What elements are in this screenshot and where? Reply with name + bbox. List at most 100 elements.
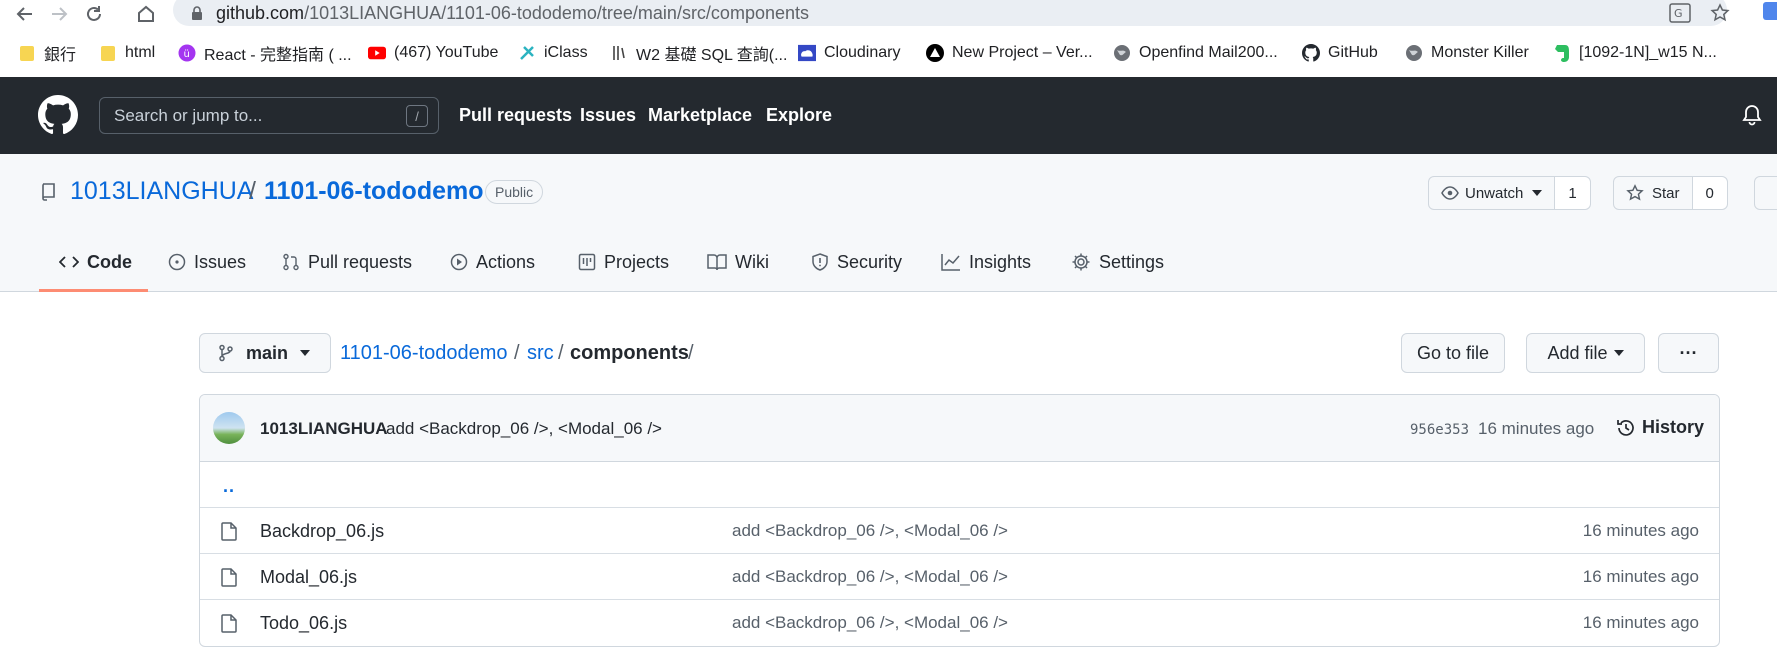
commit-sha[interactable]: 956e353 (1410, 422, 1469, 438)
tab-actions[interactable]: Actions (450, 250, 535, 274)
repo-path-separator: / (249, 177, 256, 205)
book-icon (707, 254, 727, 271)
file-commit-time: 16 minutes ago (1582, 613, 1699, 632)
bookmark-item[interactable]: New Project – Ver... (926, 41, 1093, 65)
add-file-button[interactable]: Add file (1526, 333, 1645, 373)
reload-icon[interactable] (82, 2, 106, 26)
chevron-down-icon (1613, 350, 1624, 356)
home-icon[interactable] (134, 2, 158, 26)
star-count[interactable]: 0 (1691, 177, 1727, 209)
bookmark-item[interactable]: [1092-1N]_w15 N... (1553, 41, 1717, 65)
tab-pull-requests[interactable]: Pull requests (282, 250, 412, 274)
history-button[interactable]: History (1616, 417, 1704, 438)
nav-explore[interactable]: Explore (766, 105, 832, 126)
active-tab-indicator (39, 289, 148, 292)
go-to-file-button[interactable]: Go to file (1401, 333, 1505, 373)
url-text[interactable]: github.com/1013LIANGHUA/1101-06-tododemo… (216, 2, 809, 24)
bookmark-star-icon[interactable] (1710, 3, 1730, 23)
eye-icon (1441, 186, 1459, 200)
github-logo-icon[interactable] (38, 95, 78, 135)
file-commit-message[interactable]: add <Backdrop_06 />, <Modal_06 /> (732, 521, 1008, 541)
breadcrumb-separator: / (558, 342, 564, 364)
avatar[interactable] (213, 412, 245, 444)
file-name[interactable]: Todo_06.js (260, 613, 347, 634)
folder-icon (18, 44, 36, 62)
breadcrumb-src[interactable]: src (527, 342, 554, 365)
tab-settings[interactable]: Settings (1071, 250, 1164, 274)
nav-marketplace[interactable]: Marketplace (648, 105, 752, 126)
branch-selector[interactable]: main (199, 333, 331, 373)
history-icon (1617, 419, 1634, 436)
repo-owner-link[interactable]: 1013LIANGHUA (70, 177, 253, 206)
bookmark-item[interactable]: W2 基礎 SQL 查詢(... (610, 41, 787, 65)
extension-icon[interactable] (1763, 2, 1777, 20)
translate-icon[interactable]: G (1669, 3, 1691, 23)
bookmark-item[interactable]: iClass (518, 41, 588, 65)
nav-pull-requests[interactable]: Pull requests (459, 105, 572, 126)
lock-icon[interactable] (191, 6, 203, 20)
latest-commit-bar: 1013LIANGHUA add <Backdrop_06 />, <Modal… (200, 395, 1719, 462)
bookmark-item[interactable]: Openfind Mail200... (1113, 41, 1278, 65)
tab-security[interactable]: Security (811, 250, 902, 274)
back-icon[interactable] (13, 2, 37, 26)
code-icon (59, 256, 79, 268)
parent-directory-link[interactable]: .. (223, 476, 235, 497)
tab-wiki[interactable]: Wiki (707, 250, 769, 274)
bookmark-item[interactable]: Monster Killer (1405, 41, 1529, 65)
udemy-icon: ü (178, 44, 196, 62)
breadcrumb-separator: / (514, 342, 520, 364)
file-commit-message[interactable]: add <Backdrop_06 />, <Modal_06 /> (732, 613, 1008, 633)
shield-icon (812, 253, 828, 271)
youtube-icon (368, 44, 386, 62)
commit-time: 16 minutes ago (1478, 419, 1595, 438)
svg-text:G: G (1674, 7, 1683, 20)
bookmark-item[interactable]: ü React - 完整指南 ( ... (178, 41, 352, 65)
bookmark-item[interactable]: (467) YouTube (368, 41, 498, 65)
gear-icon (1072, 253, 1090, 271)
file-icon (221, 568, 237, 587)
nav-issues[interactable]: Issues (580, 105, 636, 126)
bookmark-item[interactable]: 銀行 (18, 41, 76, 65)
tab-issues[interactable]: Issues (168, 250, 246, 274)
bookmark-item[interactable]: Cloudinary (798, 41, 900, 65)
unwatch-button[interactable]: Unwatch (1429, 177, 1554, 209)
breadcrumb-separator: / (688, 342, 694, 364)
w2-icon (610, 44, 628, 62)
file-name[interactable]: Backdrop_06.js (260, 521, 384, 542)
github-icon (1302, 44, 1320, 62)
watch-count[interactable]: 1 (1554, 177, 1590, 209)
star-icon (1626, 184, 1644, 201)
fork-button[interactable] (1754, 176, 1777, 210)
bell-icon[interactable] (1742, 104, 1762, 126)
site-header: Search or jump to... / Pull requests Iss… (0, 77, 1777, 154)
parent-directory-row[interactable]: .. (200, 462, 1719, 508)
project-icon (578, 253, 596, 271)
tab-code[interactable]: Code (59, 250, 132, 274)
table-row[interactable]: Todo_06.js add <Backdrop_06 />, <Modal_0… (200, 600, 1719, 646)
issue-icon (168, 253, 186, 271)
star-button[interactable]: Star (1614, 177, 1692, 209)
commit-message[interactable]: add <Backdrop_06 />, <Modal_06 /> (386, 419, 662, 439)
breadcrumb-root[interactable]: 1101-06-tododemo (340, 342, 508, 365)
file-commit-message[interactable]: add <Backdrop_06 />, <Modal_06 /> (732, 567, 1008, 587)
commit-author[interactable]: 1013LIANGHUA (260, 419, 388, 439)
bookmark-item[interactable]: GitHub (1302, 41, 1378, 65)
repo-name-link[interactable]: 1101-06-tododemo (264, 177, 484, 206)
evernote-icon (1553, 44, 1571, 62)
table-row[interactable]: Backdrop_06.js add <Backdrop_06 />, <Mod… (200, 508, 1719, 554)
tab-insights[interactable]: Insights (941, 250, 1031, 274)
graph-icon (941, 254, 960, 271)
chevron-down-icon (300, 350, 311, 356)
bookmark-item[interactable]: html (99, 41, 155, 65)
globe-icon (1113, 44, 1131, 62)
visibility-badge: Public (485, 180, 544, 204)
table-row[interactable]: Modal_06.js add <Backdrop_06 />, <Modal_… (200, 554, 1719, 600)
search-input[interactable]: Search or jump to... / (99, 97, 439, 134)
file-name[interactable]: Modal_06.js (260, 567, 357, 588)
branch-icon (219, 344, 233, 362)
star-button-group: Star 0 (1613, 176, 1728, 210)
forward-icon[interactable] (47, 2, 71, 26)
more-options-button[interactable]: ··· (1658, 333, 1719, 373)
pull-request-icon (283, 253, 299, 271)
tab-projects[interactable]: Projects (578, 250, 669, 274)
